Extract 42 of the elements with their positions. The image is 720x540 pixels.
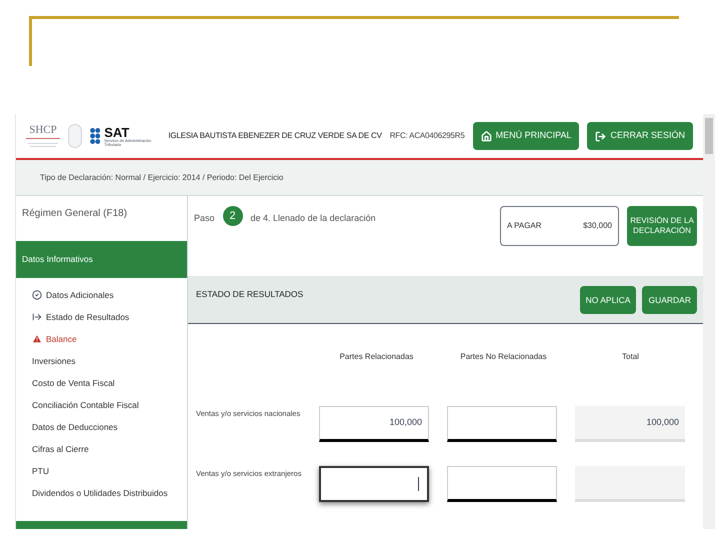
sidebar-item[interactable]: Balance bbox=[32, 328, 187, 350]
logout-button[interactable]: CERRAR SESIÓN bbox=[587, 122, 693, 150]
shcp-logo: SHCP bbox=[26, 125, 60, 147]
sidebar-item[interactable]: Costo de Venta Fiscal bbox=[32, 372, 187, 394]
sidebar-item[interactable]: Datos Adicionales bbox=[32, 284, 187, 306]
arrow-icon bbox=[32, 312, 42, 322]
sidebar-item[interactable]: Dividendos o Utilidades Distribuidos bbox=[32, 482, 187, 504]
scrollbar[interactable] bbox=[703, 114, 715, 529]
column-header: Partes No Relacionadas bbox=[459, 351, 548, 363]
sidebar-item[interactable]: PTU bbox=[32, 460, 187, 482]
home-icon bbox=[480, 130, 492, 142]
main-menu-button[interactable]: MENÚ PRINCIPAL bbox=[472, 122, 580, 150]
amount-field[interactable]: 100,000 bbox=[319, 406, 429, 442]
sidebar-item[interactable]: Inversiones bbox=[32, 350, 187, 372]
sat-dots-icon bbox=[90, 125, 100, 147]
step-text: de 4. Llenado de la declaración bbox=[250, 212, 376, 225]
sidebar-item[interactable]: Cifras al Cierre bbox=[32, 438, 187, 460]
step-number: 2 bbox=[222, 206, 243, 226]
section-title: Datos Informativos bbox=[22, 253, 93, 266]
column-header: Partes Relacionadas bbox=[338, 351, 414, 363]
sidebar-item[interactable]: Estado de Resultados bbox=[32, 306, 187, 328]
save-button[interactable]: GUARDAR bbox=[642, 286, 697, 314]
step-prefix: Paso bbox=[194, 212, 215, 225]
breadcrumb-text: Tipo de Declaración: Normal / Ejercicio: 2014 / Periodo: Del Ejercicio bbox=[40, 172, 284, 184]
logout-icon bbox=[595, 130, 606, 142]
regime-title: Régimen General (F18) bbox=[22, 207, 128, 221]
emblem-icon bbox=[68, 124, 82, 148]
column-header: Total bbox=[621, 351, 640, 363]
sat-logo-text: SAT bbox=[104, 126, 130, 138]
taxpayer-name: IGLESIA BAUTISTA EBENEZER DE CRUZ VERDE SA DE CV bbox=[168, 130, 382, 142]
review-button[interactable]: REVISIÓN DE LA DECLARACIÓN bbox=[627, 206, 697, 246]
section-heading: ESTADO DE RESULTADOS bbox=[196, 288, 304, 301]
sidebar-item[interactable]: Conciliación Contable Fiscal bbox=[32, 394, 187, 416]
amount-field: 100,000 bbox=[575, 406, 685, 442]
amount-field[interactable] bbox=[319, 466, 429, 502]
summary-amount: $30,000 bbox=[583, 220, 612, 232]
summary-label: A PAGAR bbox=[507, 220, 542, 232]
sidebar-item[interactable]: Datos de Deducciones bbox=[32, 416, 187, 438]
not-applicable-button[interactable]: NO APLICA bbox=[580, 286, 636, 314]
warning-icon bbox=[32, 334, 42, 344]
rfc-text: RFC: ACA0406295R5 bbox=[390, 130, 465, 142]
check-circle-icon bbox=[32, 290, 42, 300]
